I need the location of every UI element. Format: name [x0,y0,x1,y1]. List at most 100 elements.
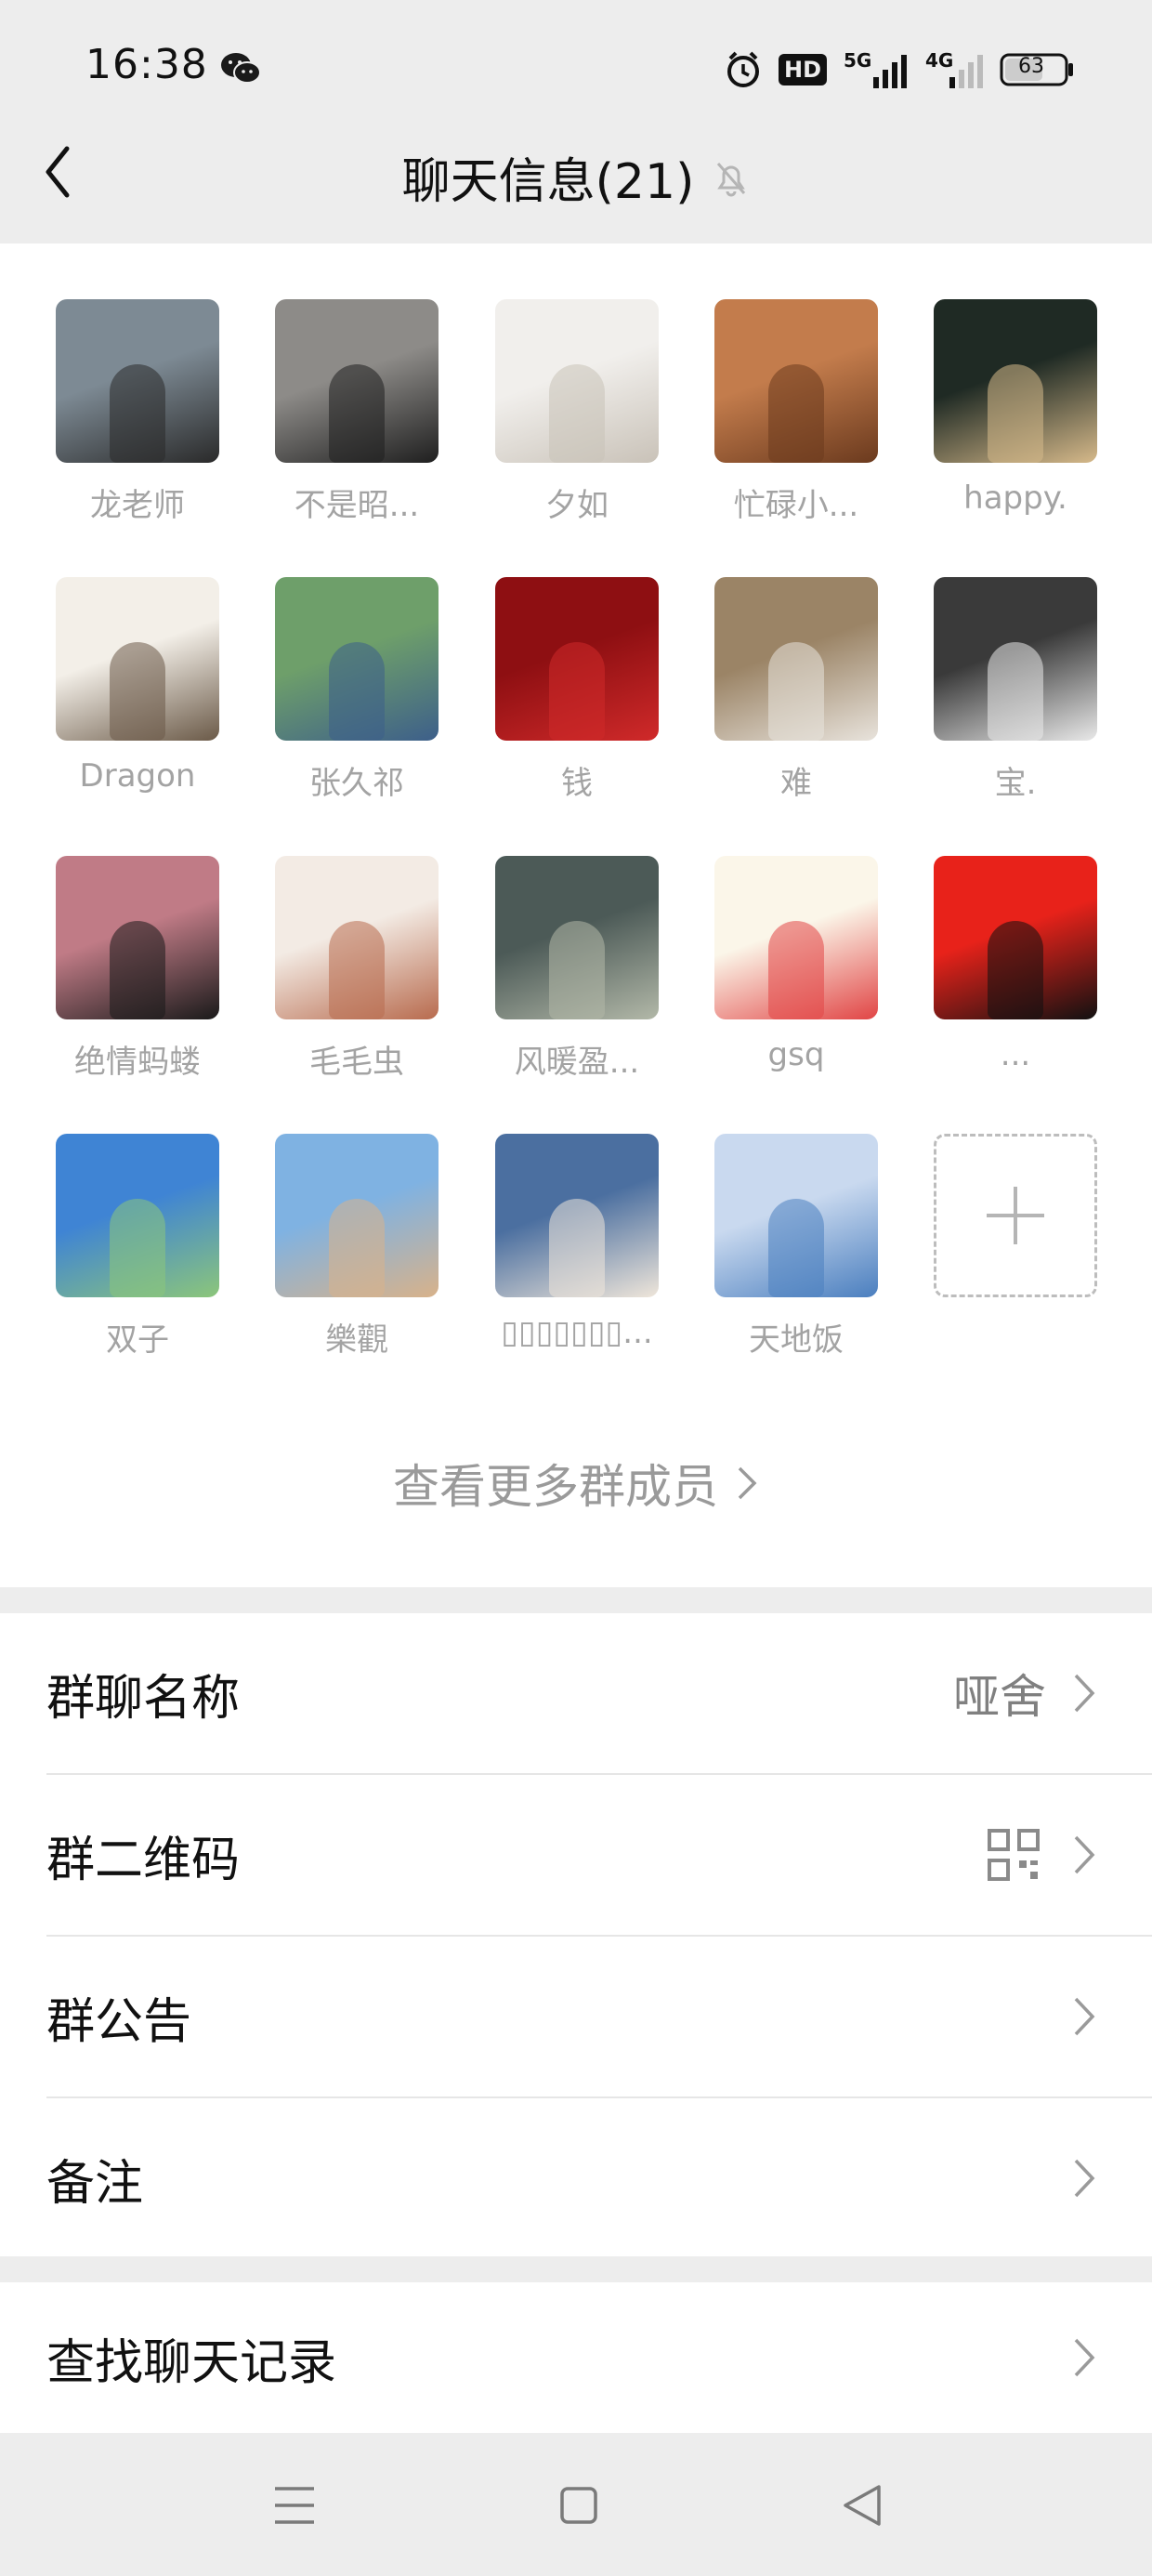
member-item[interactable]: Dragon [56,577,219,795]
member-avatar[interactable] [275,1134,439,1297]
member-item[interactable]: happy. [934,299,1097,517]
avatar-figure [768,364,824,463]
member-avatar[interactable] [275,299,439,463]
member-item[interactable]: 樂觀 [275,1134,439,1360]
member-item[interactable]: 龙老师 [56,299,219,525]
member-name: 天地饭 [749,1321,844,1359]
member-avatar[interactable] [275,856,439,1019]
member-item[interactable]: 钱 [495,577,659,803]
member-avatar[interactable] [56,856,219,1019]
member-item[interactable]: 忙碌小... [714,299,878,525]
member-avatar[interactable] [56,1134,219,1297]
battery-level: 63 [1018,55,1044,78]
search-history-panel: 查找聊天记录 [0,2282,1152,2433]
settings-panel: 群聊名称 哑舍 群二维码 群公告 备注 [0,1613,1152,2256]
member-avatar[interactable] [714,299,878,463]
avatar-figure [549,642,605,741]
member-name: 绝情蚂蝼 [74,1044,201,1081]
member-item[interactable]: 风暖盈... [495,856,659,1082]
member-item[interactable]: gsq [714,856,878,1073]
member-avatar[interactable] [275,577,439,741]
add-member[interactable] [934,1134,1097,1297]
member-avatar[interactable] [495,299,659,463]
search-history-row[interactable]: 查找聊天记录 [0,2282,1152,2433]
status-indicators: HD 5G 4G 63 [725,46,1074,93]
view-more-members-label: 查看更多群成员 [393,1460,718,1514]
title-bar: 聊天信息(21) [0,139,1152,214]
battery-icon: 63 [1000,49,1074,90]
chevron-right-icon [1074,1997,1095,2036]
avatar-figure [110,364,165,463]
member-name: ... [1000,1036,1031,1073]
qr-code-icon [988,1829,1040,1881]
group-name-value: 哑舍 [953,1670,1046,1724]
member-avatar[interactable] [934,577,1097,741]
member-item[interactable]: 不是昭... [275,299,439,525]
member-item[interactable]: 天地饭 [714,1134,878,1360]
member-name: 难 [780,765,812,802]
avatar-figure [549,1199,605,1297]
avatar-figure [549,921,605,1019]
member-name: 风暖盈... [514,1044,640,1081]
announcement-label: 群公告 [46,1993,192,2050]
add-member-button[interactable] [934,1134,1097,1297]
qr-code-row[interactable]: 群二维码 [0,1775,1152,1935]
back-triangle-icon[interactable] [842,2483,883,2528]
member-avatar[interactable] [495,1134,659,1297]
member-item[interactable]: 宝. [934,577,1097,803]
avatar-figure [768,1199,824,1297]
member-avatar[interactable] [56,577,219,741]
member-item[interactable]: ▯▯▯▯▯▯▯... [495,1134,659,1351]
member-item[interactable]: 张久祁 [275,577,439,803]
member-name: 龙老师 [90,487,185,524]
avatar-figure [329,642,385,741]
member-name: ▯▯▯▯▯▯▯... [501,1314,653,1351]
member-avatar[interactable] [714,856,878,1019]
home-icon[interactable] [559,2485,598,2526]
chevron-right-icon [1074,1835,1095,1874]
member-name: 张久祁 [309,765,404,802]
menu-icon[interactable] [273,2485,316,2526]
chevron-right-icon [1074,2159,1095,2198]
view-more-members[interactable]: 查看更多群成员 [0,1450,1152,1517]
member-item[interactable]: 绝情蚂蝼 [56,856,219,1082]
avatar-figure [988,921,1043,1019]
group-name-label: 群聊名称 [46,1670,241,1727]
avatar-figure [768,921,824,1019]
member-avatar[interactable] [934,299,1097,463]
member-avatar[interactable] [56,299,219,463]
qr-code-label: 群二维码 [46,1832,241,1888]
signal-4g-icon: 4G [925,49,983,90]
member-avatar[interactable] [495,856,659,1019]
avatar-figure [110,1199,165,1297]
alarm-icon [727,51,759,87]
member-name: 忙碌小... [733,487,859,524]
members-panel: 龙老师 不是昭... 夕如 忙碌小... happy. Dragon 张久祁 钱 难 宝. 绝情蚂蝼… [0,243,1152,1587]
member-name: 钱 [561,765,593,802]
member-name: gsq [767,1036,825,1073]
member-name: 毛毛虫 [309,1044,404,1081]
wechat-notification-icon [221,53,261,84]
signal-4g-label: 4G [925,49,954,72]
member-avatar[interactable] [714,1134,878,1297]
member-item[interactable]: 毛毛虫 [275,856,439,1082]
member-avatar[interactable] [934,856,1097,1019]
member-item[interactable]: 双子 [56,1134,219,1360]
hd-badge: HD [778,54,827,85]
remark-row[interactable]: 备注 [0,2098,1152,2258]
group-name-row[interactable]: 群聊名称 哑舍 [0,1613,1152,1773]
member-item[interactable]: 夕如 [495,299,659,525]
member-item[interactable]: 难 [714,577,878,803]
signal-5g-icon: 5G [844,49,909,90]
avatar-figure [329,364,385,463]
avatar-figure [768,642,824,741]
member-name: 宝. [994,765,1037,802]
announcement-row[interactable]: 群公告 [0,1937,1152,2096]
plus-icon [987,1187,1044,1244]
mute-bell-icon [717,163,746,197]
chevron-right-icon [1074,2338,1095,2377]
avatar-figure [988,642,1043,741]
member-avatar[interactable] [714,577,878,741]
member-item[interactable]: ... [934,856,1097,1073]
member-avatar[interactable] [495,577,659,741]
